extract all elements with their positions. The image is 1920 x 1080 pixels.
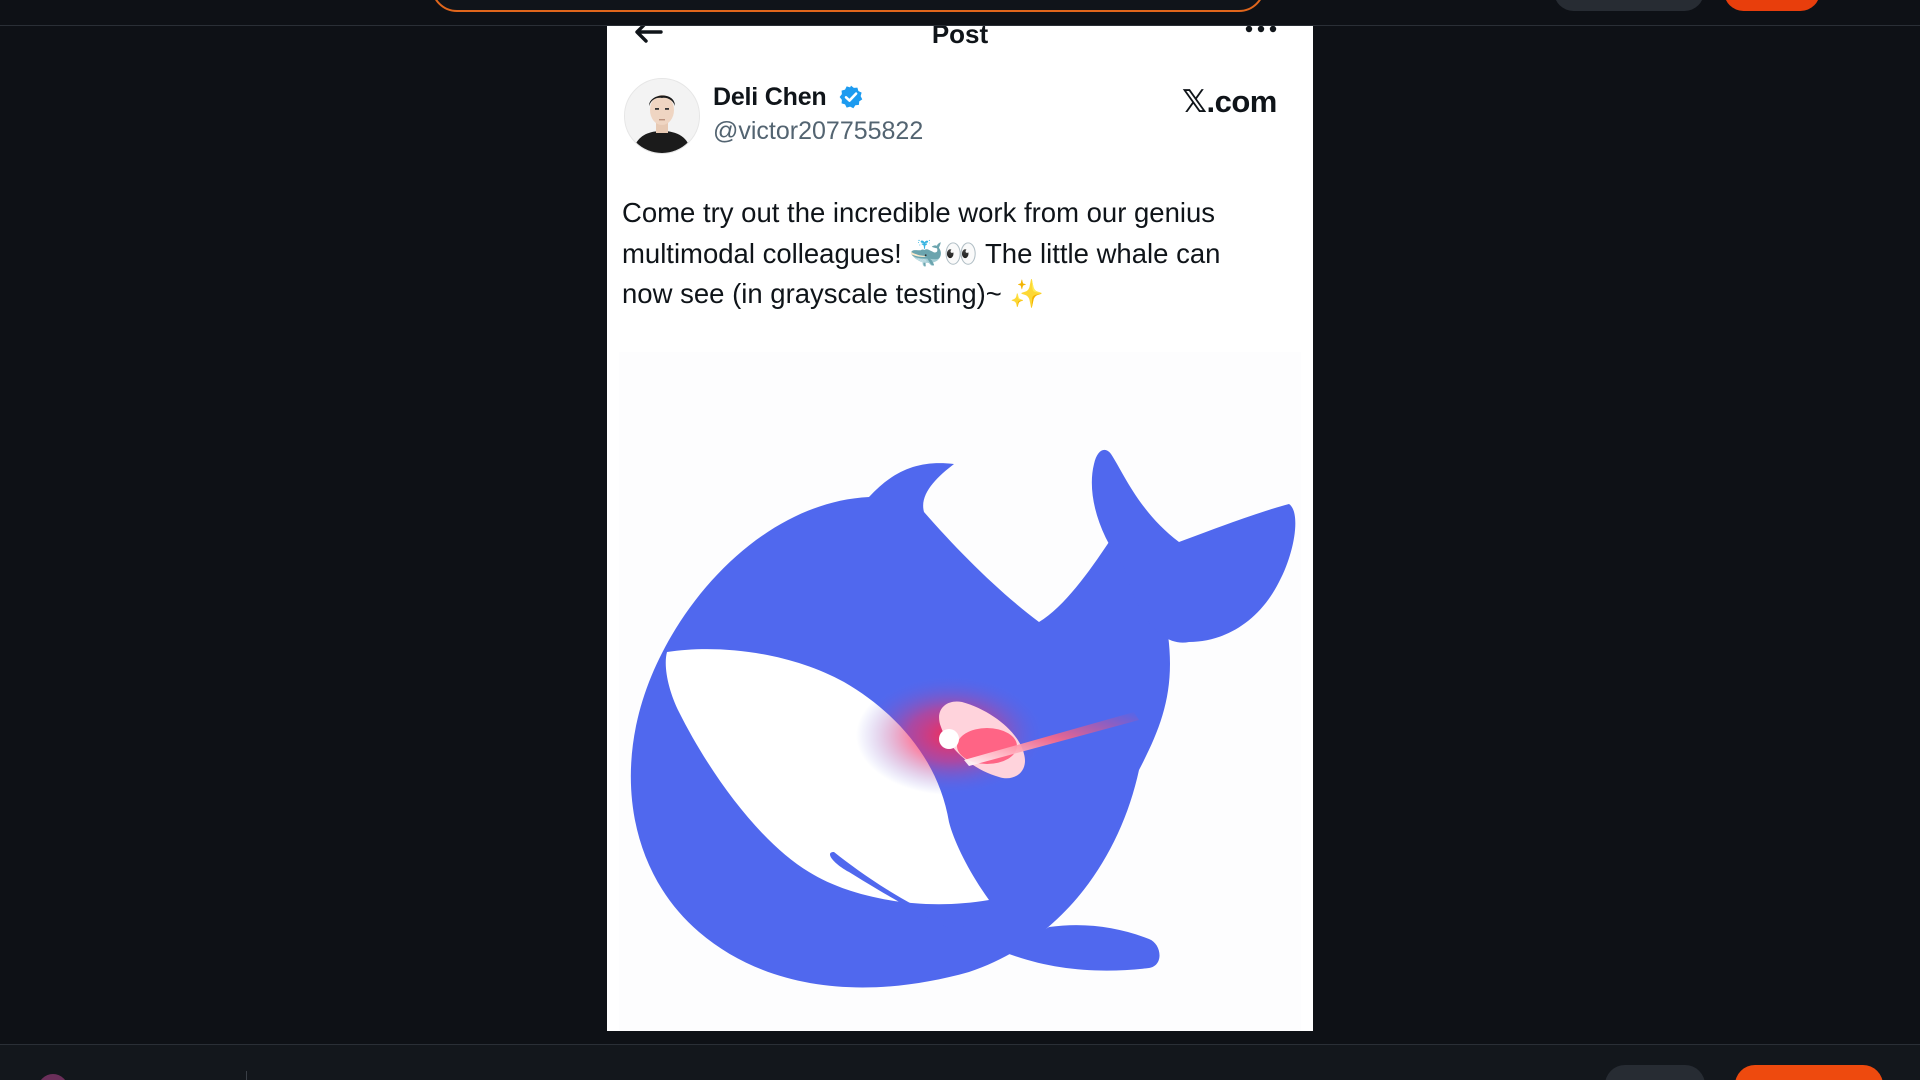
verified-badge-icon: [839, 85, 863, 109]
top-primary-button[interactable]: [1724, 0, 1820, 11]
post-text: Come try out the incredible work from ou…: [622, 193, 1302, 315]
more-horizontal-icon[interactable]: [1243, 26, 1279, 38]
author-handle[interactable]: @victor207755822: [713, 115, 923, 147]
avatar[interactable]: [624, 78, 700, 154]
post-title: Post: [931, 26, 989, 49]
bottom-secondary-button[interactable]: [1605, 1065, 1705, 1080]
site-tag: 𝕏.com: [1182, 84, 1277, 119]
bottom-divider: [246, 1071, 247, 1080]
post-text-line-1: Come try out the incredible work from ou…: [622, 197, 1216, 228]
post-header: Post: [607, 26, 1313, 48]
top-secondary-button[interactable]: [1554, 0, 1704, 11]
bottom-bar: [0, 1044, 1920, 1080]
post-text-line-2-end: The little whale can: [977, 237, 1221, 269]
bottom-primary-button[interactable]: [1735, 1065, 1883, 1080]
post-screenshot: Post Deli Chen @victor207755822 𝕏.com Co…: [607, 26, 1313, 1031]
viewer-stage: Post Deli Chen @victor207755822 𝕏.com Co…: [0, 0, 1920, 1080]
search-bar[interactable]: [431, 0, 1265, 12]
post-text-line-3: now see (in grayscale testing)~: [622, 278, 1010, 309]
post-text-line-2-start: multimodal colleagues!: [622, 237, 910, 269]
user-avatar[interactable]: [38, 1074, 68, 1080]
whale-eyes-emoji-icon: 🐳👀: [909, 237, 978, 270]
sparkles-emoji-icon: ✨: [1009, 278, 1044, 310]
whale-logo-image[interactable]: [619, 352, 1301, 1031]
top-bar: [0, 0, 1920, 26]
author-name[interactable]: Deli Chen: [713, 81, 827, 113]
whale-pupil: [939, 729, 959, 749]
